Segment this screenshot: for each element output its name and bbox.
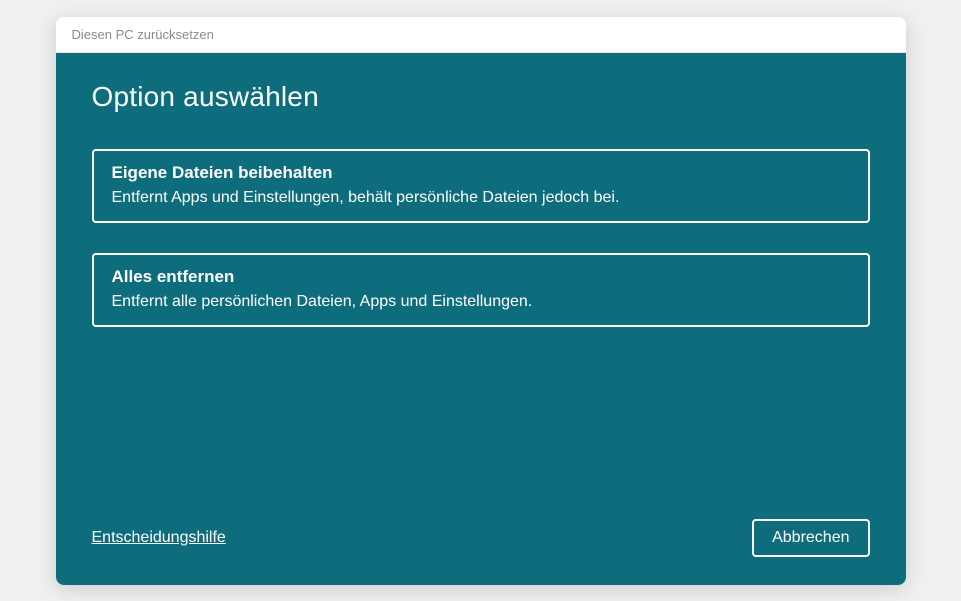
dialog-footer: Entscheidungshilfe Abbrechen	[92, 519, 870, 557]
page-title: Option auswählen	[92, 81, 870, 113]
cancel-button[interactable]: Abbrechen	[752, 519, 869, 557]
dialog-content: Option auswählen Eigene Dateien beibehal…	[56, 53, 906, 585]
option-title: Eigene Dateien beibehalten	[112, 163, 850, 183]
window-title: Diesen PC zurücksetzen	[72, 27, 214, 42]
option-description: Entfernt alle persönlichen Dateien, Apps…	[112, 293, 850, 311]
window-titlebar: Diesen PC zurücksetzen	[56, 17, 906, 53]
reset-pc-dialog: Diesen PC zurücksetzen Option auswählen …	[56, 17, 906, 585]
option-title: Alles entfernen	[112, 267, 850, 287]
option-keep-files[interactable]: Eigene Dateien beibehalten Entfernt Apps…	[92, 149, 870, 223]
help-link[interactable]: Entscheidungshilfe	[92, 529, 226, 547]
option-description: Entfernt Apps und Einstellungen, behält …	[112, 189, 850, 207]
option-remove-everything[interactable]: Alles entfernen Entfernt alle persönlich…	[92, 253, 870, 327]
